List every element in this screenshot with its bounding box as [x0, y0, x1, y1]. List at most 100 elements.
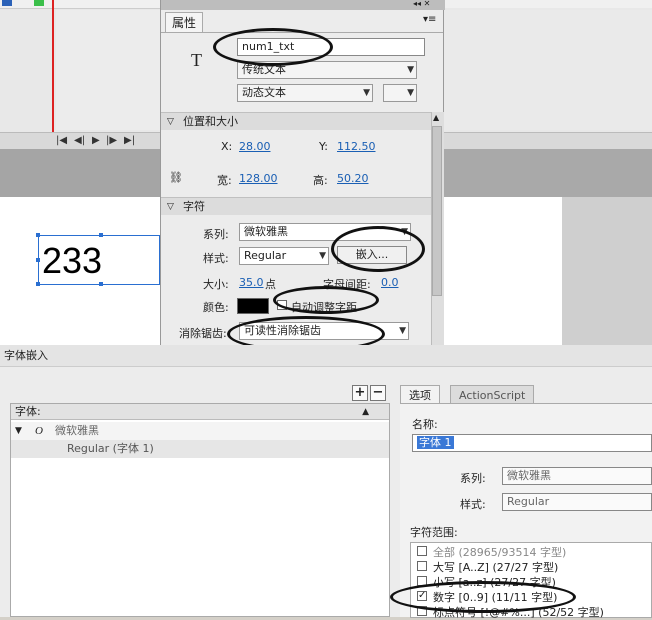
width-label: 宽:: [217, 174, 232, 187]
chevron-down-icon: ▼: [399, 326, 406, 336]
stage-margin: [562, 197, 652, 345]
sort-icon: ▲: [362, 407, 369, 417]
font-family-value: 微软雅黑: [244, 225, 288, 238]
tab-actionscript[interactable]: ActionScript: [450, 385, 535, 405]
resize-handle[interactable]: [36, 233, 40, 237]
annotation-ellipse: [273, 286, 379, 314]
y-value[interactable]: 112.50: [337, 140, 376, 153]
resize-handle[interactable]: [36, 282, 40, 286]
expand-triangle-icon: ▽: [167, 202, 174, 212]
range-label: 大写 [A..Z]: [433, 561, 489, 574]
font-entry: Regular (字体 1): [67, 442, 154, 455]
size-label: 大小:: [203, 278, 229, 291]
chevron-down-icon: ▼: [407, 88, 414, 98]
antialias-label: 消除锯齿:: [179, 327, 227, 340]
font-type-icon: O: [35, 425, 43, 437]
chevron-down-icon: ▼: [407, 65, 414, 75]
family-field: 微软雅黑: [502, 467, 652, 485]
y-label: Y:: [319, 140, 328, 153]
style-field: Regular: [502, 493, 652, 511]
font-embed-dialog: 字体嵌入 + − 字体: ▲ ▼ O 微软雅黑 Regular (字体 1) 选项…: [0, 345, 652, 619]
last-frame-icon[interactable]: ▶|: [124, 135, 135, 146]
char-range-label: 字符范围:: [410, 526, 458, 539]
pasteboard: [0, 149, 160, 197]
section-title: 字符: [183, 200, 205, 213]
frame-grid[interactable]: [56, 10, 160, 130]
font-name-value: 字体 1: [417, 436, 454, 449]
tab-properties[interactable]: 属性: [165, 12, 203, 33]
add-font-button[interactable]: +: [352, 385, 368, 401]
collapse-triangle-icon[interactable]: ▼: [15, 422, 22, 440]
panel-menu-icon[interactable]: ▾≡: [423, 14, 436, 25]
text-tool-icon: T: [191, 50, 202, 70]
x-label: X:: [221, 140, 233, 153]
font-family-name: 微软雅黑: [55, 424, 99, 437]
font-list-header[interactable]: 字体: ▲: [11, 404, 389, 420]
scroll-up-icon[interactable]: ▲: [433, 113, 439, 122]
annotation-ellipse: [213, 28, 333, 66]
stage-text[interactable]: 233: [42, 240, 102, 282]
frame-grid-right[interactable]: [444, 10, 652, 130]
section-position-size[interactable]: ▽ 位置和大小: [161, 112, 431, 130]
pasteboard-right: [444, 149, 652, 197]
range-label: 全部: [433, 546, 455, 559]
resize-handle[interactable]: [99, 282, 103, 286]
x-value[interactable]: 28.00: [239, 140, 271, 153]
range-detail: (28965/93514 字型): [458, 546, 567, 559]
range-checkbox[interactable]: [417, 546, 427, 556]
annotation-ellipse: [390, 581, 576, 613]
font-style-select[interactable]: Regular ▼: [239, 247, 329, 265]
list-item[interactable]: Regular (字体 1): [11, 440, 389, 458]
expand-triangle-icon: ▽: [167, 117, 174, 127]
timeline-ruler: [0, 0, 160, 9]
width-value[interactable]: 128.00: [239, 172, 278, 185]
text-type-select[interactable]: 动态文本 ▼: [237, 84, 373, 102]
chevron-down-icon: ▼: [319, 251, 326, 261]
playback-controls: |◀ ◀| ▶ |▶ ▶|: [0, 132, 160, 149]
letter-spacing-value[interactable]: 0.0: [381, 276, 399, 289]
font-name-input[interactable]: 字体 1: [412, 434, 652, 452]
collapse-icon[interactable]: ◂◂ ✕: [413, 0, 430, 8]
text-type-value: 动态文本: [242, 86, 286, 99]
stage-right[interactable]: [444, 197, 562, 345]
font-style-value: Regular: [244, 249, 287, 262]
name-label: 名称:: [412, 418, 438, 431]
paragraph-options-button[interactable]: ▼: [383, 84, 417, 102]
style-label: 样式:: [460, 498, 486, 511]
first-frame-icon[interactable]: |◀: [56, 135, 67, 146]
remove-font-button[interactable]: −: [370, 385, 386, 401]
panel-titlebar[interactable]: [161, 0, 445, 10]
scrollbar-thumb[interactable]: [432, 126, 442, 296]
step-forward-icon[interactable]: |▶: [106, 135, 117, 146]
timeline-ruler-right: [444, 0, 652, 8]
range-row-all[interactable]: 全部 (28965/93514 字型): [417, 544, 566, 560]
family-label: 系列:: [460, 472, 486, 485]
layer-color-icon: [2, 0, 12, 6]
text-color-swatch[interactable]: [237, 298, 269, 314]
style-label: 样式:: [203, 252, 229, 265]
height-value[interactable]: 50.20: [337, 172, 369, 185]
font-list: 字体: ▲ ▼ O 微软雅黑 Regular (字体 1): [10, 403, 390, 617]
section-character[interactable]: ▽ 字符: [161, 197, 431, 215]
section-title: 位置和大小: [183, 115, 238, 128]
annotation-ellipse: [331, 226, 425, 272]
timeline-footer: [444, 132, 652, 149]
range-checkbox[interactable]: [417, 561, 427, 571]
resize-handle[interactable]: [99, 233, 103, 237]
play-icon[interactable]: ▶: [92, 135, 100, 146]
layer-status-icon: [34, 0, 44, 6]
range-row-upper[interactable]: 大写 [A..Z] (27/27 字型): [417, 559, 558, 575]
resize-handle[interactable]: [36, 258, 40, 262]
dialog-title: 字体嵌入: [0, 345, 652, 367]
link-dimensions-icon[interactable]: ⛓: [169, 171, 183, 184]
step-back-icon[interactable]: ◀|: [74, 135, 85, 146]
font-list-header-label: 字体:: [15, 405, 41, 418]
tab-options[interactable]: 选项: [400, 385, 440, 405]
range-detail: (27/27 字型): [492, 561, 559, 574]
list-item[interactable]: ▼ O 微软雅黑: [11, 422, 389, 440]
playhead[interactable]: [52, 0, 54, 148]
size-value[interactable]: 35.0: [239, 276, 264, 289]
properties-panel: ◂◂ ✕ 属性 ▾≡ T num1_txt 传统文本 ▼ 动态文本 ▼ ▼ ▽ 位置和…: [160, 0, 445, 352]
chevron-down-icon: ▼: [363, 88, 370, 98]
height-label: 高:: [313, 174, 328, 187]
